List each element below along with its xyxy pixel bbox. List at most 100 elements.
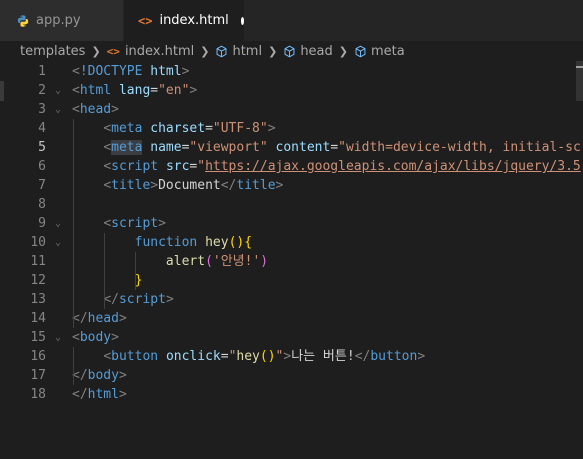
code-token: function [134, 235, 198, 250]
breadcrumb-label: head [300, 43, 333, 59]
breadcrumb-item-head[interactable]: head [283, 43, 333, 59]
tab-label: app.py [36, 13, 81, 28]
code-text: </script> [72, 290, 173, 309]
code-token: </ [72, 311, 88, 326]
code-token: () [259, 349, 276, 364]
code-line[interactable]: 6 <script src="https://ajax.googleapis.c… [0, 157, 583, 176]
line-number: 15 [30, 330, 46, 345]
code-text: <body> [72, 328, 119, 347]
code-line[interactable]: 2 ⌄ <html lang="en"> [0, 81, 583, 100]
code-token: button [111, 349, 159, 364]
code-line[interactable]: 11 alert('안녕!') [0, 252, 583, 271]
code-token: > [118, 387, 127, 402]
code-line[interactable]: 8 [0, 195, 583, 214]
indent-guide [135, 252, 136, 290]
breadcrumb-item-templates[interactable]: templates [20, 44, 85, 59]
line-number: 7 [38, 178, 46, 193]
line-number: 8 [38, 197, 46, 212]
fold-chevron-icon[interactable]: ⌄ [52, 328, 64, 347]
code-token: > [111, 330, 119, 345]
code-line[interactable]: 17 </body> [0, 366, 583, 385]
code-token: > [181, 64, 190, 79]
code-token: > [283, 349, 292, 364]
breadcrumb-item-meta[interactable]: meta [354, 44, 405, 59]
fold-chevron-icon[interactable]: ⌄ [52, 81, 64, 100]
code-token: = [220, 349, 229, 364]
breadcrumb-item-html[interactable]: html [215, 44, 262, 59]
code-line[interactable]: 4 <meta charset="UTF-8"> [0, 119, 583, 138]
html-icon: <> [106, 44, 120, 58]
code-line[interactable]: 13 </script> [0, 290, 583, 309]
code-line[interactable]: 18 </html> [0, 385, 583, 404]
code-text: </html> [72, 385, 127, 404]
code-token: = [150, 83, 159, 98]
code-line[interactable]: 16 <button onclick="hey()">나는 버튼!</butto… [0, 347, 583, 366]
cube-icon [355, 45, 366, 57]
breadcrumb-label: meta [371, 43, 405, 59]
code-token: head [79, 102, 112, 117]
unsaved-dot-icon[interactable] [240, 16, 244, 25]
code-text: } [72, 271, 143, 290]
code-token: "UTF-8" [212, 121, 268, 136]
line-number: 14 [30, 311, 46, 326]
code-token: { [244, 235, 253, 250]
line-number: 3 [38, 102, 46, 117]
tab-index-html[interactable]: <> index.html [124, 0, 244, 41]
code-token: title [236, 178, 276, 193]
code-editor[interactable]: 1 <!DOCTYPE html> 2 ⌄ <html lang="en"> 3 ⌄ <hea… [0, 61, 583, 459]
line-number: 2 [38, 83, 46, 98]
code-token: < [103, 121, 112, 136]
code-token: </ [72, 368, 88, 383]
breadcrumb-label: html [232, 43, 263, 59]
fold-chevron-icon[interactable]: ⌄ [52, 233, 64, 252]
code-token: html [87, 387, 119, 402]
chevron-right-icon: ❯ [338, 44, 348, 58]
code-token: "en" [158, 83, 190, 98]
code-line[interactable]: 7 <title>Document</title> [0, 176, 583, 195]
code-line[interactable]: 15 ⌄ <body> [0, 328, 583, 347]
code-token: > [189, 83, 198, 98]
fold-chevron-icon[interactable]: ⌄ [52, 214, 64, 233]
code-token: < [72, 83, 80, 98]
line-number: 5 [38, 140, 46, 155]
code-line[interactable]: 9 ⌄ <script> [0, 214, 583, 233]
code-line[interactable]: 5 <meta name="viewport" content="width=d… [0, 138, 583, 157]
chevron-right-icon: ❯ [91, 44, 101, 58]
code-line[interactable]: 14 </head> [0, 309, 583, 328]
code-token: </ [220, 178, 237, 193]
code-token: > [118, 311, 127, 326]
code-line[interactable]: 1 <!DOCTYPE html> [0, 62, 583, 81]
code-token: ) [260, 254, 269, 269]
code-token: ( [205, 254, 213, 269]
code-line[interactable]: 12 } [0, 271, 583, 290]
code-token: () [228, 235, 245, 250]
fold-chevron-icon[interactable]: ⌄ [52, 100, 64, 119]
code-token: Document [158, 178, 221, 193]
code-token: content [275, 140, 331, 155]
tab-app-py[interactable]: app.py [0, 0, 124, 41]
code-token: script [118, 292, 166, 307]
code-text: <meta name="viewport" content="width=dev… [72, 138, 581, 157]
breadcrumb-item-file[interactable]: <> index.html [107, 44, 195, 59]
html-icon: <> [138, 13, 153, 28]
code-text: <meta charset="UTF-8"> [72, 119, 275, 138]
code-token: button [370, 349, 418, 364]
line-number: 1 [38, 64, 46, 79]
code-token: " [197, 159, 206, 174]
code-line[interactable]: 10 ⌄ function hey(){ [0, 233, 583, 252]
code-line[interactable]: 3 ⌄ <head> [0, 100, 583, 119]
code-text: alert('안녕!') [72, 252, 268, 271]
code-text: </body> [72, 366, 127, 385]
indent-guide [73, 347, 74, 385]
indent-guide [104, 233, 105, 309]
code-token: name [150, 140, 182, 155]
code-token: = [330, 140, 339, 155]
code-token: > [158, 216, 166, 231]
code-token: < [103, 216, 112, 231]
code-token: src [165, 159, 190, 174]
